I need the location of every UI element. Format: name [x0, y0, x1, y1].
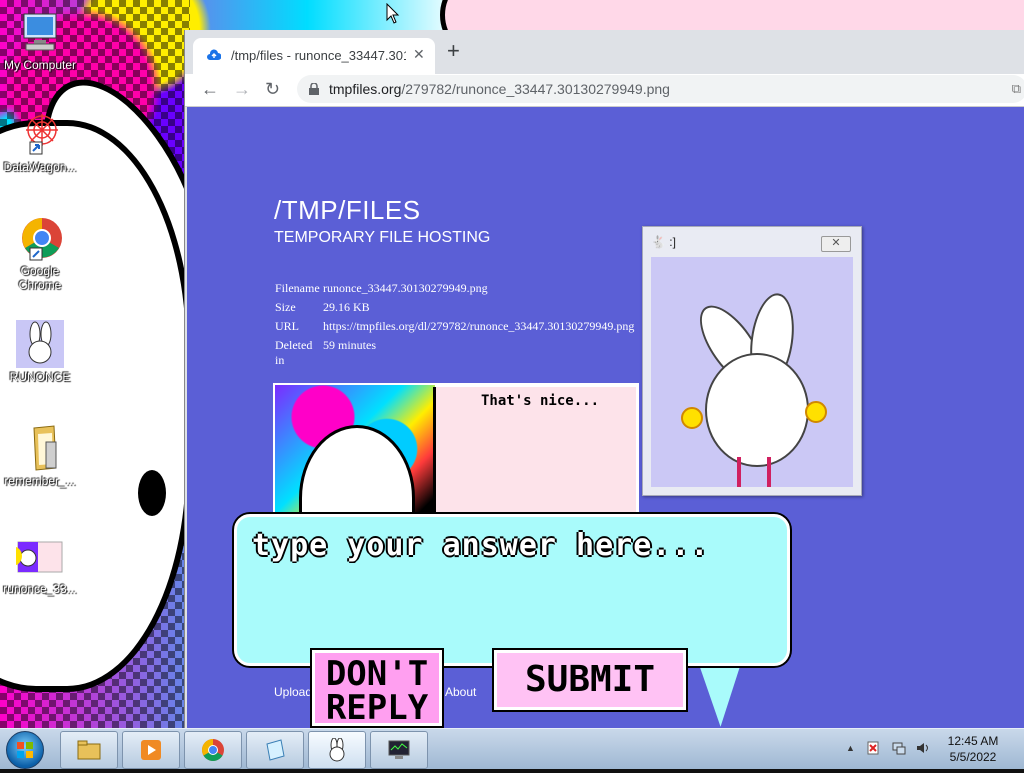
tab-strip: /tmp/files - runonce_33447.3013 ✕ +: [185, 30, 1024, 74]
table-row: Deleted in 59 minutes: [275, 338, 636, 372]
bunny-hand: [805, 401, 827, 423]
back-icon[interactable]: ←: [201, 79, 219, 100]
reload-icon[interactable]: ↻: [265, 79, 280, 100]
url-path: /279782/runonce_33447.30130279949.png: [401, 81, 670, 97]
desktop-icon-runonce[interactable]: RUNONCE: [0, 320, 80, 384]
desktop-icon-my-computer[interactable]: My Computer: [0, 8, 80, 72]
folder-icon: [77, 738, 101, 762]
submit-button[interactable]: SUBMIT: [494, 650, 686, 710]
preview-caption: That's nice...: [481, 393, 600, 409]
chrome-icon: [201, 738, 225, 762]
bunny-popup-window: 🐇 :] ✕: [642, 226, 862, 496]
popup-canvas: [651, 257, 853, 487]
table-row: Filename runonce_33447.30130279949.png: [275, 281, 636, 300]
taskbar-chrome[interactable]: [184, 731, 242, 769]
cloud-upload-icon: [207, 49, 222, 63]
windows-logo-icon: [17, 742, 33, 758]
open-external-icon[interactable]: ⧉: [1012, 81, 1021, 97]
taskbar: ▲ 12:45 AM 5/5/2022: [0, 728, 1024, 769]
computer-icon: [16, 8, 64, 56]
desktop-icon-runonce-png[interactable]: runonce_33...: [0, 532, 80, 596]
upload-link[interactable]: Upload: [274, 685, 312, 699]
bunny-leg: [767, 457, 771, 487]
taskbar-notepad[interactable]: [246, 731, 304, 769]
start-button[interactable]: [6, 731, 44, 769]
taskbar-task-manager[interactable]: [370, 731, 428, 769]
file-metadata-table: Filename runonce_33447.30130279949.png Si…: [275, 281, 636, 372]
network-icon[interactable]: [892, 741, 906, 755]
monitor-icon: [387, 738, 411, 762]
action-center-icon[interactable]: [866, 741, 880, 755]
wallpaper-bunny: [0, 120, 192, 692]
bunny-leg: [737, 457, 741, 487]
bunny-icon: [325, 737, 349, 762]
system-clock[interactable]: 12:45 AM 5/5/2022: [940, 733, 1006, 765]
volume-icon[interactable]: [916, 741, 930, 755]
address-bar[interactable]: tmpfiles.org/279782/runonce_33447.301302…: [297, 75, 1024, 103]
desktop-icon-remember[interactable]: remember_...: [0, 424, 80, 488]
desktop-icon-google-chrome[interactable]: Google Chrome: [0, 214, 80, 292]
bunny-hand: [681, 407, 703, 429]
tab-title: /tmp/files - runonce_33447.3013: [231, 48, 406, 63]
forward-icon[interactable]: →: [233, 79, 251, 100]
clock-time: 12:45 AM: [947, 734, 999, 748]
page-title: /TMP/FILES: [274, 195, 421, 225]
meta-key: Deleted in: [275, 338, 313, 367]
lock-icon: [309, 82, 319, 95]
tab-close-icon[interactable]: ✕: [413, 46, 425, 63]
wallpaper-bunny-eye: [138, 470, 166, 516]
desktop-icon-datawagon[interactable]: DataWagon...: [0, 110, 80, 174]
tab-tmpfiles[interactable]: /tmp/files - runonce_33447.3013 ✕: [193, 38, 435, 74]
clock-date: 5/5/2022: [949, 750, 997, 764]
taskbar-explorer[interactable]: [60, 731, 118, 769]
show-hidden-icons-button[interactable]: ▲: [846, 743, 855, 753]
page-subtitle: TEMPORARY FILE HOSTING: [274, 229, 491, 246]
image-thumbnail-icon: [2, 532, 64, 580]
meta-key: Filename: [275, 281, 320, 295]
table-row: URL https://tmpfiles.org/dl/279782/runonc…: [275, 319, 636, 338]
meta-key: URL: [275, 319, 299, 333]
taskbar-media-player[interactable]: [122, 731, 180, 769]
taskbar-runonce[interactable]: [308, 731, 366, 769]
popup-title: 🐇 :]: [651, 235, 676, 249]
popup-title-text: :]: [669, 235, 676, 249]
new-tab-button[interactable]: +: [447, 40, 460, 62]
popup-bunny-icon: 🐇: [651, 235, 666, 249]
about-link[interactable]: About: [445, 685, 476, 699]
browser-toolbar: ← → ↻ tmpfiles.org/279782/runonce_33447.…: [185, 74, 1024, 107]
chrome-icon: [16, 214, 64, 262]
bunny-body: [705, 353, 809, 467]
spider-web-icon: [16, 110, 64, 158]
popup-close-button[interactable]: ✕: [821, 236, 851, 252]
meta-value: 59 minutes: [323, 338, 376, 352]
dont-reply-button[interactable]: DON'T REPLY: [312, 650, 442, 726]
meta-value: 29.16 KB: [323, 300, 370, 314]
folder-icon: [16, 424, 64, 472]
address-url: tmpfiles.org/279782/runonce_33447.301302…: [329, 81, 670, 97]
meta-value: runonce_33447.30130279949.png: [323, 281, 488, 295]
bunny-icon: [16, 320, 64, 368]
url-host: tmpfiles.org: [329, 81, 402, 97]
meta-url-link[interactable]: https://tmpfiles.org/dl/279782/runonce_3…: [323, 319, 636, 338]
table-row: Size 29.16 KB: [275, 300, 636, 319]
meta-key: Size: [275, 300, 296, 314]
notepad-icon: [263, 738, 287, 762]
mouse-cursor-icon: [386, 3, 400, 24]
answer-input[interactable]: [250, 524, 774, 566]
media-player-icon: [139, 738, 163, 762]
